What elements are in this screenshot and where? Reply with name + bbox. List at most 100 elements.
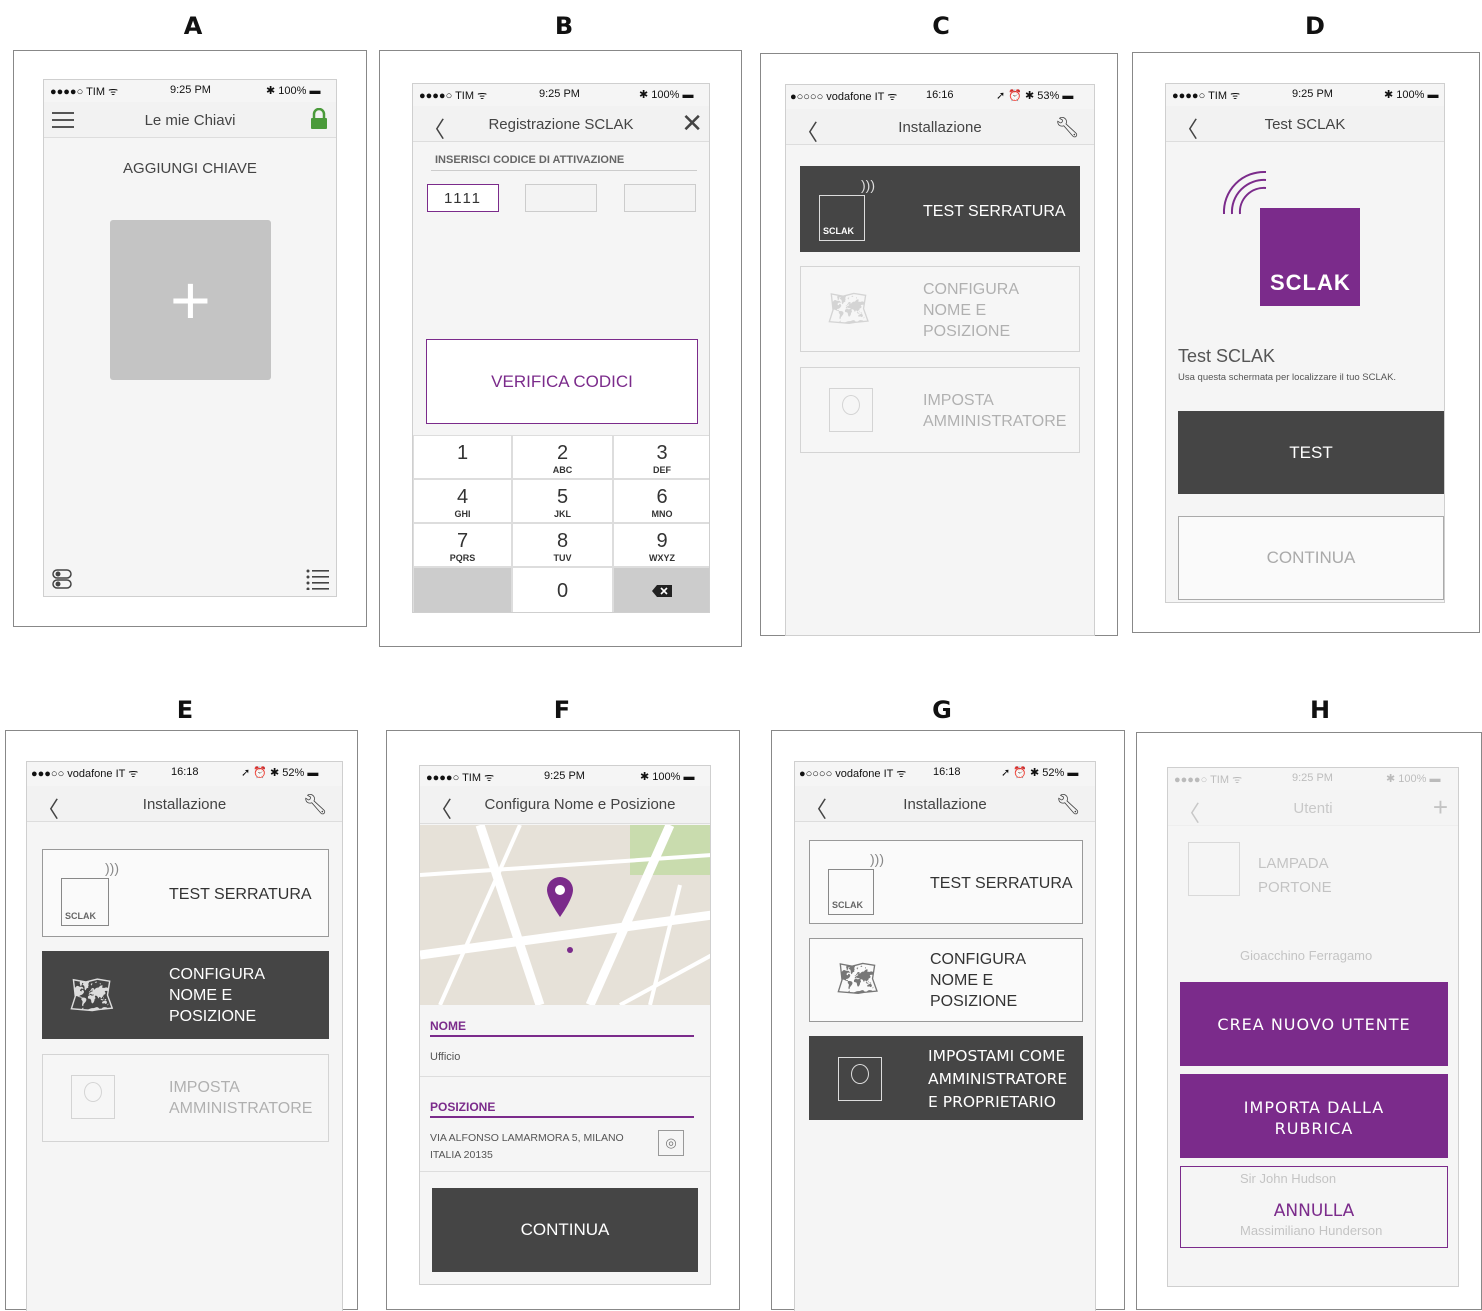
nav-bar: 〈 Installazione 🔧︎ <box>795 786 1095 822</box>
label-line: IMPOSTAMI COME <box>928 1047 1066 1065</box>
cancel-button[interactable]: ANNULLA <box>1180 1166 1448 1248</box>
status-bar: ●●●●○ TIM ᯤ 9:25 PM ✱ 100% ▬ <box>44 80 336 100</box>
key-5[interactable]: 5 JKL <box>512 479 613 523</box>
position-input[interactable]: VIA ALFONSO LAMARMORA 5, MILANO ITALIA 20… <box>430 1130 624 1164</box>
key-7[interactable]: 7 PQRS <box>413 523 512 567</box>
set-me-admin-owner-button[interactable]: IMPOSTAMI COME AMMINISTRATORE E PROPRIETAR… <box>809 1036 1083 1120</box>
configure-name-position-button[interactable]: 🗺︎ CONFIGURA NOME E POSIZIONE <box>42 951 329 1039</box>
screen-c: ●○○○○ vodafone IT ᯤ 16:16 ➚ ⏰ ✱ 53% ▬ 〈 … <box>785 84 1095 636</box>
wireless-icon: ))) <box>870 851 884 867</box>
key-digit: 3 <box>656 442 668 464</box>
wrench-icon[interactable]: 🔧︎ <box>303 792 328 817</box>
close-icon[interactable]: ✕ <box>681 108 703 139</box>
verify-codes-button[interactable]: VERIFICA CODICI <box>426 339 698 424</box>
configure-name-position-button[interactable]: 🗺︎ CONFIGURA NOME E POSIZIONE <box>800 266 1080 352</box>
lamp-door-item[interactable]: LAMPADA PORTONE <box>1258 852 1332 900</box>
phone-frame-f: ●●●●○ TIM ᯤ 9:25 PM ✱ 100% ▬ 〈 Configura… <box>386 730 740 1310</box>
key-6[interactable]: 6 MNO <box>613 479 709 523</box>
page-title: Le mie Chiavi <box>144 112 236 129</box>
name-input[interactable]: Ufficio <box>430 1051 460 1063</box>
key-4[interactable]: 4 GHI <box>413 479 512 523</box>
clock: 9:25 PM <box>544 770 585 782</box>
key-letters: GHI <box>454 509 471 519</box>
test-button[interactable]: TEST <box>1178 411 1444 494</box>
backspace-key[interactable] <box>613 567 709 612</box>
phone-frame-b: ●●●●○ TIM ᯤ 9:25 PM ✱ 100% ▬ 〈 Registraz… <box>379 50 742 647</box>
create-new-user-button[interactable]: CREA NUOVO UTENTE <box>1180 982 1448 1066</box>
phone-frame-h: ●●●●○ TIM ᯤ 9:25 PM ✱ 100% ▬ 〈 Utenti + … <box>1136 732 1482 1310</box>
label-line: POSIZIONE <box>169 1008 257 1025</box>
key-digit: 2 <box>556 442 569 464</box>
status-bar: ●●●●○ TIM ᯤ 9:25 PM ✱ 100% ▬ <box>413 84 709 104</box>
key-digit: 4 <box>456 486 469 508</box>
test-lock-button[interactable]: SCLAK ))) TEST SERRATURA <box>42 849 329 937</box>
back-chevron-icon[interactable]: 〈 <box>430 792 452 824</box>
screen-e: ●●●○○ vodafone IT ᯤ 16:18 ➚ ⏰ ✱ 52% ▬ 〈 … <box>26 761 343 1311</box>
key-0[interactable]: 0 <box>512 567 613 612</box>
address-line: VIA ALFONSO LAMARMORA 5, MILANO <box>430 1132 624 1144</box>
test-description: Usa questa schermata per localizzare il … <box>1178 372 1397 383</box>
key-9[interactable]: 9 WXYZ <box>613 523 709 567</box>
clock: 16:18 <box>933 766 961 778</box>
import-contacts-button[interactable]: IMPORTA DALLA RUBRICA <box>1180 1074 1448 1158</box>
test-lock-label: TEST SERRATURA <box>169 886 312 903</box>
lock-icon[interactable] <box>310 108 328 130</box>
key-1[interactable]: 1 <box>413 435 512 479</box>
page-title: Installazione <box>898 119 982 136</box>
status-bar: ●●●●○ TIM ᯤ 9:25 PM ✱ 100% ▬ <box>1168 768 1458 788</box>
add-icon[interactable]: + <box>1433 792 1448 823</box>
wrench-icon[interactable]: 🔧︎ <box>1055 115 1080 140</box>
key-digit: 1 <box>456 442 469 464</box>
set-admin-button[interactable]: IMPOSTA AMMINISTRATORE <box>42 1054 329 1142</box>
sclak-device-icon: SCLAK <box>819 195 865 241</box>
key-digit: 6 <box>656 486 668 508</box>
status-bar: ●●●●○ TIM ᯤ 9:25 PM ✱ 100% ▬ <box>420 766 710 786</box>
code-field-3[interactable] <box>624 184 696 212</box>
wrench-icon[interactable]: 🔧︎ <box>1056 792 1081 817</box>
map-view[interactable] <box>420 825 710 1005</box>
toggle-settings-icon[interactable] <box>52 568 74 590</box>
user-name-1[interactable]: Gioacchino Ferragamo <box>1240 948 1372 963</box>
test-lock-button[interactable]: SCLAK ))) TEST SERRATURA <box>809 840 1083 924</box>
page-title: Configura Nome e Posizione <box>484 796 676 813</box>
page-title: Installazione <box>903 796 987 813</box>
nav-bar: 〈 Utenti + <box>1168 790 1458 826</box>
key-letters: PQRS <box>449 553 476 563</box>
phone-frame-c: ●○○○○ vodafone IT ᯤ 16:16 ➚ ⏰ ✱ 53% ▬ 〈 … <box>760 53 1118 636</box>
continue-button[interactable]: CONTINUA <box>432 1188 698 1272</box>
clock: 9:25 PM <box>170 84 211 96</box>
screen-f: ●●●●○ TIM ᯤ 9:25 PM ✱ 100% ▬ 〈 Configura… <box>419 765 711 1285</box>
test-lock-button[interactable]: SCLAK ))) TEST SERRATURA <box>800 166 1080 252</box>
button-line: RUBRICA <box>1274 1119 1354 1138</box>
label-line: AMMINISTRATORE <box>923 413 1067 430</box>
code-field-2[interactable] <box>525 184 597 212</box>
test-lock-label: TEST SERRATURA <box>923 203 1066 220</box>
divider <box>420 1171 710 1172</box>
locate-pin-button[interactable]: ◎ <box>658 1130 684 1156</box>
key-8[interactable]: 8 TUV <box>512 523 613 567</box>
name-label: NOME <box>430 1019 466 1033</box>
divider <box>420 1076 710 1077</box>
phone-frame-g: ●○○○○ vodafone IT ᯤ 16:18 ➚ ⏰ ✱ 52% ▬ 〈 … <box>771 730 1125 1311</box>
phone-frame-e: ●●●○○ vodafone IT ᯤ 16:18 ➚ ⏰ ✱ 52% ▬ 〈 … <box>5 730 358 1311</box>
key-2[interactable]: 2 ABC <box>512 435 613 479</box>
label-line: AMMINISTRATORE <box>169 1100 313 1117</box>
sclak-small-text: SCLAK <box>823 226 854 236</box>
add-key-button[interactable]: + <box>110 220 271 380</box>
clock: 9:25 PM <box>1292 88 1333 100</box>
set-admin-button[interactable]: IMPOSTA AMMINISTRATORE <box>800 367 1080 453</box>
button-line: IMPORTA DALLA <box>1243 1098 1385 1117</box>
carrier: ●●●●○ TIM ᯤ <box>1172 90 1241 102</box>
sclak-device-icon: SCLAK <box>828 869 874 915</box>
panel-label-d: D <box>1305 12 1325 40</box>
key-letters: TUV <box>553 553 572 563</box>
key-3[interactable]: 3 DEF <box>613 435 709 479</box>
list-icon[interactable] <box>306 568 330 590</box>
code-field-1[interactable]: 1111 <box>427 184 499 212</box>
key-letters: ABC <box>552 465 573 475</box>
screen-a: ●●●●○ TIM ᯤ 9:25 PM ✱ 100% ▬ Le mie Chia… <box>43 79 337 597</box>
nav-bar: 〈 Test SCLAK <box>1166 106 1444 142</box>
continue-button[interactable]: CONTINUA <box>1178 516 1444 600</box>
configure-name-position-button[interactable]: 🗺︎ CONFIGURA NOME E POSIZIONE <box>809 938 1083 1022</box>
nav-bar: 〈 Installazione 🔧︎ <box>27 786 342 822</box>
